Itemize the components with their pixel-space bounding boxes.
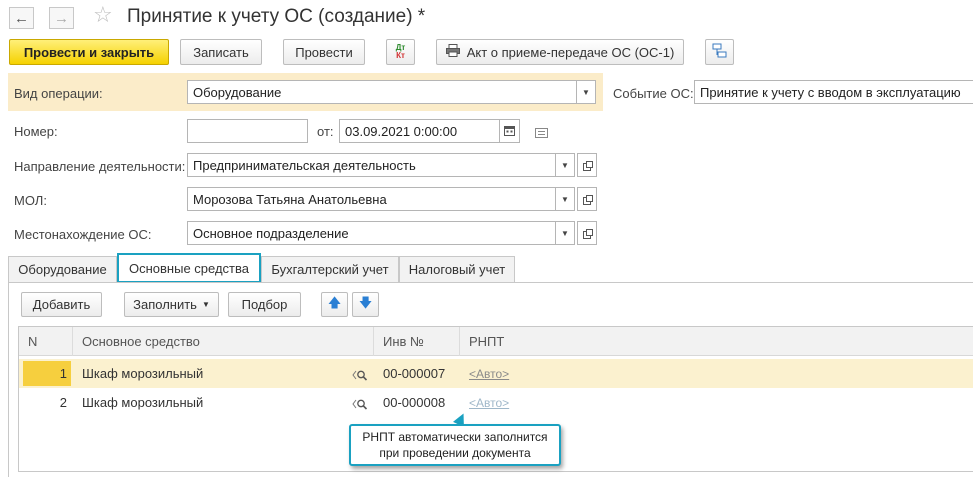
- arrow-up-icon: 🡅: [327, 294, 342, 310]
- dt-kt-button[interactable]: Дт Кт: [386, 39, 415, 65]
- asset-lookup-icon[interactable]: [352, 359, 368, 388]
- location-open-button[interactable]: [577, 221, 597, 245]
- date-field[interactable]: 03.09.2021 0:00:00: [339, 119, 500, 143]
- asset-name[interactable]: Шкаф морозильный: [82, 359, 203, 388]
- table-header: N Основное средство Инв № РНПТ: [19, 327, 973, 356]
- row-number: 2: [59, 395, 67, 410]
- asset-lookup-icon[interactable]: [352, 388, 368, 417]
- inv-number: 00-000007: [383, 366, 446, 381]
- structure-button[interactable]: [705, 39, 734, 65]
- post-button[interactable]: Провести: [283, 39, 365, 65]
- operation-label: Вид операции:: [14, 86, 103, 101]
- rnpt-auto-link[interactable]: <Авто>: [469, 396, 509, 410]
- add-button[interactable]: Добавить: [21, 292, 102, 317]
- location-dropdown-button[interactable]: ▼: [555, 221, 575, 245]
- move-up-button[interactable]: 🡅: [321, 292, 348, 317]
- inv-number: 00-000008: [383, 395, 446, 410]
- asset-name[interactable]: Шкаф морозильный: [82, 388, 203, 417]
- chevron-down-icon: ▼: [582, 87, 590, 97]
- pick-button[interactable]: Подбор: [228, 292, 301, 317]
- row-number: 1: [59, 366, 67, 381]
- mol-label: МОЛ:: [14, 193, 47, 208]
- direction-field[interactable]: Предпринимательская деятельность: [187, 153, 556, 177]
- direction-dropdown-button[interactable]: ▼: [555, 153, 575, 177]
- open-icon: [582, 160, 593, 171]
- mol-dropdown-button[interactable]: ▼: [555, 187, 575, 211]
- operation-dropdown-button[interactable]: ▼: [576, 80, 596, 104]
- chevron-down-icon: ▼: [561, 194, 569, 204]
- forward-button[interactable]: →: [49, 7, 74, 29]
- date-label: от:: [317, 124, 334, 139]
- tab-divider: [8, 282, 973, 283]
- panel-border: [8, 282, 9, 477]
- open-icon: [582, 228, 593, 239]
- structure-icon: [712, 43, 727, 61]
- arrow-left-icon: ←: [14, 9, 29, 27]
- fill-label: Заполнить: [133, 297, 197, 312]
- tab-tax[interactable]: Налоговый учет: [399, 256, 515, 282]
- mol-open-button[interactable]: [577, 187, 597, 211]
- move-down-button[interactable]: 🡇: [352, 292, 379, 317]
- arrow-right-icon: →: [54, 9, 69, 27]
- act-os1-label: Акт о приеме-передаче ОС (ОС-1): [466, 44, 675, 60]
- number-label: Номер:: [14, 124, 58, 139]
- column-header-inv[interactable]: Инв №: [374, 327, 460, 356]
- operation-field[interactable]: Оборудование: [187, 80, 577, 104]
- tab-accounting[interactable]: Бухгалтерский учет: [261, 256, 399, 282]
- column-header-n[interactable]: N: [19, 327, 73, 356]
- calendar-icon: [504, 125, 515, 138]
- direction-open-button[interactable]: [577, 153, 597, 177]
- back-button[interactable]: ←: [9, 7, 34, 29]
- location-label: Местонахождение ОС:: [14, 227, 152, 242]
- printer-icon: [445, 44, 460, 60]
- event-field[interactable]: Принятие к учету с вводом в эксплуатацию: [694, 80, 973, 104]
- callout-line-1: РНПТ автоматически заполнится: [362, 430, 548, 444]
- chevron-down-icon: ▼: [201, 300, 210, 309]
- column-header-rnpt[interactable]: РНПТ: [460, 327, 973, 356]
- open-icon: [582, 194, 593, 205]
- chevron-down-icon: ▼: [561, 160, 569, 170]
- event-label: Событие ОС:: [613, 86, 694, 101]
- column-header-asset[interactable]: Основное средство: [73, 327, 374, 356]
- chevron-down-icon: ▼: [561, 228, 569, 238]
- table-row[interactable]: 2 Шкаф морозильный 00-000008 <Авто>: [19, 388, 973, 417]
- tab-fixed-assets[interactable]: Основные средства: [117, 253, 261, 283]
- post-and-close-button[interactable]: Провести и закрыть: [9, 39, 169, 65]
- star-icon[interactable]: ☆: [93, 4, 113, 26]
- rnpt-auto-link[interactable]: <Авто>: [469, 367, 509, 381]
- page-title: Принятие к учету ОС (создание) *: [127, 6, 426, 27]
- tab-equipment[interactable]: Оборудование: [8, 256, 117, 282]
- location-field[interactable]: Основное подразделение: [187, 221, 556, 245]
- number-field[interactable]: [187, 119, 308, 143]
- arrow-down-icon: 🡇: [358, 294, 373, 310]
- rnpt-hint-callout: РНПТ автоматически заполнится при провед…: [349, 424, 561, 466]
- save-button[interactable]: Записать: [180, 39, 262, 65]
- callout-line-2: при проведении документа: [379, 446, 531, 460]
- calendar-button[interactable]: [499, 119, 520, 143]
- comment-icon[interactable]: [535, 126, 548, 141]
- fill-button[interactable]: Заполнить ▼: [124, 292, 219, 317]
- dt-kt-icon: Дт Кт: [395, 43, 406, 60]
- act-os1-print-button[interactable]: Акт о приеме-передаче ОС (ОС-1): [436, 39, 684, 65]
- direction-label: Направление деятельности:: [14, 159, 186, 174]
- mol-field[interactable]: Морозова Татьяна Анатольевна: [187, 187, 556, 211]
- table-row[interactable]: 1 Шкаф морозильный 00-000007 <Авто>: [19, 359, 973, 388]
